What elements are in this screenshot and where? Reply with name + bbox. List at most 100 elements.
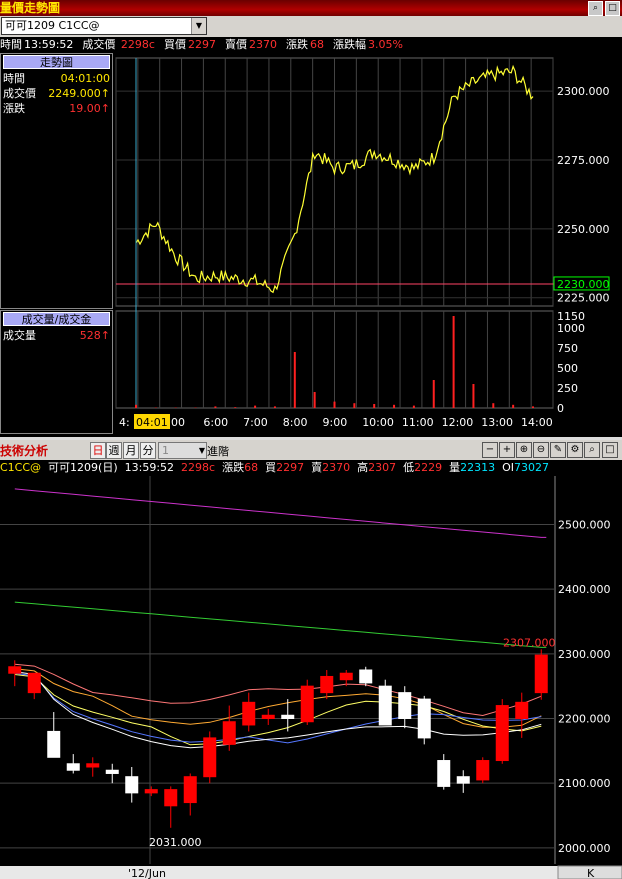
plus-icon[interactable]: + [499, 442, 515, 458]
candle-body [534, 654, 548, 694]
cursor-time-label: 04:01 [136, 416, 168, 429]
time-value: 13:59:52 [24, 38, 74, 51]
search-icon[interactable]: ⌕ [588, 1, 603, 16]
time-tick-label: 13:00 [481, 416, 513, 429]
trend-chart-header[interactable]: 走勢圖 [3, 55, 110, 69]
tab-weekly[interactable]: 週 [106, 442, 122, 459]
symbol-select-value: 可可1209 C1CC@ [5, 19, 100, 32]
candle-body [476, 760, 490, 781]
tech-toolbar: 技術分析 日 週 月 分 1 ▼ 進階 − + ⊕ ⊖ ✎ ⚙ ⌕ □ [0, 440, 622, 460]
price-tick-label: 2400.000 [558, 583, 611, 596]
high-mark-label: 2307.000 [503, 636, 556, 649]
candle-body [183, 776, 197, 804]
pct-label: 漲跌幅 [332, 38, 366, 51]
window-titlebar: 量價走勢圖 ⌕ □ [0, 0, 622, 16]
time-tick-label: 8:00 [283, 416, 308, 429]
candle-body [417, 698, 431, 739]
chevron-down-icon[interactable]: ▼ [199, 443, 205, 458]
candle-body [203, 737, 217, 778]
advanced-button[interactable]: 進階 [207, 443, 229, 459]
last-label: 成交價 [82, 38, 116, 51]
period-indicator-label: K [587, 867, 595, 879]
tech-vol: 22313 [460, 461, 496, 474]
candle-body [359, 669, 373, 684]
draw-tool-icon[interactable]: ✎ [550, 442, 566, 458]
candle-body [47, 730, 61, 758]
tech-bid-label: 買 [265, 461, 277, 474]
candle-body [320, 675, 334, 694]
candle-body [222, 721, 236, 745]
side-row-label: 成交價 [3, 87, 36, 100]
side-row-value: 528↑ [79, 329, 110, 342]
price-tick-label: 2225.000 [557, 292, 610, 305]
tech-symbol: C1CC@ [0, 461, 42, 474]
minus-icon[interactable]: − [482, 442, 498, 458]
tech-vol-label: 量 [449, 461, 461, 474]
side-row-change: 漲跌 19.00↑ [3, 101, 110, 116]
candle-body [242, 701, 256, 726]
ref-price-label: 2230.000 [557, 278, 610, 291]
maximize-icon[interactable]: □ [605, 1, 620, 16]
last-value: 2298c [120, 38, 155, 51]
candle-body [144, 789, 158, 794]
tab-monthly[interactable]: 月 [123, 442, 139, 459]
period-select-value: 1 [162, 444, 169, 457]
candle-body [261, 714, 275, 719]
tech-oi: 73027 [513, 461, 549, 474]
date-tick-label: '12/Jun [128, 867, 166, 879]
quote-bar: 時間 13:59:52 成交價 2298c 買價 2297 賣價 2370 漲跌 68 … [0, 37, 622, 53]
tech-quote-bar: C1CC@ 可可1209(日) 13:59:52 2298c 漲跌68 買229… [0, 460, 622, 476]
search-icon[interactable]: ⌕ [584, 442, 600, 458]
symbol-select[interactable]: 可可1209 C1CC@ ▼ [1, 17, 207, 35]
maximize-icon[interactable]: □ [602, 442, 618, 458]
tab-minute[interactable]: 分 [140, 442, 156, 459]
zoom-out-icon[interactable]: ⊖ [533, 442, 549, 458]
candle-body [378, 685, 392, 726]
time-tick-label: 7:00 [243, 416, 268, 429]
price-tick-label: 2100.000 [558, 777, 611, 790]
price-tick-label: 2200.000 [558, 713, 611, 726]
low-mark-label: 2031.000 [149, 836, 202, 849]
intraday-chart[interactable]: 2300.000 2275.000 2250.000 2225.0002230.000… [113, 53, 622, 437]
intraday-info-panel: 走勢圖 時間 04:01:00 成交價 2249.000↑ 漲跌 19.00↑ [0, 53, 113, 309]
bid-label: 買價 [163, 38, 186, 51]
tech-ask-label: 賣 [311, 461, 323, 474]
tab-daily[interactable]: 日 [90, 442, 106, 459]
zoom-in-icon[interactable]: ⊕ [516, 442, 532, 458]
ask-value: 2370 [248, 38, 277, 51]
ask-label: 賣價 [224, 38, 247, 51]
side-row-value: 2249.000↑ [48, 87, 110, 100]
candlestick-chart[interactable]: 2500.000 2400.000 2300.000 2200.000 2100.000… [0, 476, 622, 879]
tech-oi-label: OI [502, 461, 514, 474]
candle-body [164, 789, 178, 807]
side-row-label: 成交量 [3, 329, 36, 342]
chart-settings-icon[interactable]: ⚙ [567, 442, 583, 458]
price-tick-label: 2300.000 [557, 85, 610, 98]
tech-low-label: 低 [403, 461, 415, 474]
tech-high-label: 高 [357, 461, 369, 474]
time-tick-label: 9:00 [323, 416, 348, 429]
time-tick-label: 14:00 [521, 416, 553, 429]
tech-last: 2298c [181, 461, 216, 474]
volume-tick-label: 500 [557, 362, 578, 375]
candle-body [515, 701, 529, 719]
time-tick-label: 00 [171, 416, 185, 429]
tech-name: 可可1209(日) [48, 461, 118, 474]
candle-body [339, 672, 353, 681]
candle-body [398, 692, 412, 719]
candle-body [456, 776, 470, 784]
chevron-down-icon[interactable]: ▼ [191, 18, 206, 34]
period-select[interactable]: 1 ▼ [158, 442, 207, 459]
side-row-value: 19.00↑ [69, 102, 110, 115]
price-tick-label: 2500.000 [558, 519, 611, 532]
change-value: 68 [309, 38, 324, 51]
candle-body [105, 769, 119, 774]
candle-body [281, 714, 295, 719]
side-row-label: 時間 [3, 72, 25, 85]
candle-body [495, 705, 509, 762]
price-tick-label: 2000.000 [558, 842, 611, 855]
tech-title: 技術分析 [0, 444, 49, 458]
side-row-volume: 成交量 528↑ [3, 328, 110, 343]
volume-header[interactable]: 成交量/成交金 [3, 312, 110, 326]
tech-bid: 2297 [276, 461, 305, 474]
